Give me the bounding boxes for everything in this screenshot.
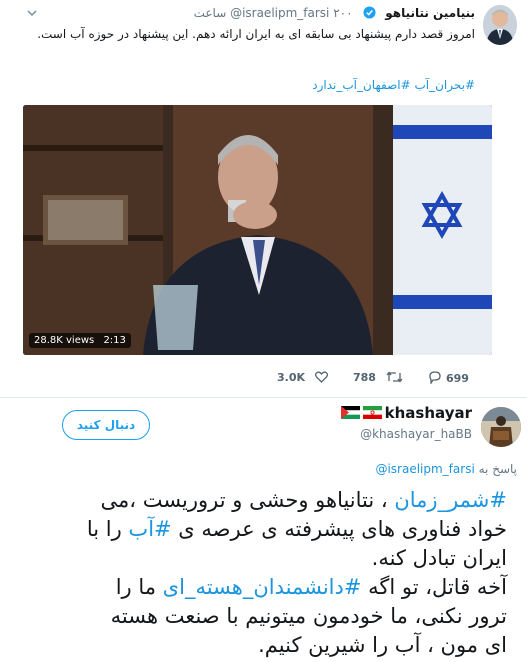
avatar[interactable]	[481, 407, 521, 447]
handle[interactable]: @israelipm_farsi	[230, 6, 329, 20]
display-name-text: khashayar	[384, 404, 472, 422]
video-views: 28.8K views	[34, 335, 95, 346]
video-duration: 2:13	[103, 335, 126, 346]
video-badge: 28.8K views 2:13	[29, 333, 131, 348]
line-text: را با	[86, 517, 129, 541]
reply-context: پاسخ به @israelipm_farsi	[375, 462, 517, 476]
reply-mention[interactable]: @israelipm_farsi	[375, 462, 474, 476]
display-name[interactable]: khashayar	[338, 404, 472, 422]
verified-icon	[363, 6, 376, 19]
display-name[interactable]: بنیامین نتانیاهو	[385, 6, 475, 20]
chevron-down-icon[interactable]	[27, 8, 37, 18]
tweet-line: آخه قاتل، تو اگه #دانشمندان_هسته_ای ما ر…	[17, 573, 507, 602]
palestine-flag-icon	[340, 406, 360, 419]
hashtag[interactable]: #دانشمندان_هسته_ای	[163, 575, 362, 599]
like-action[interactable]: 3.0K	[277, 371, 328, 384]
retweet-action[interactable]: 788	[353, 371, 403, 384]
tweet-text: امروز قصد دارم پیشنهاد بی سابقه ای به ای…	[37, 27, 475, 41]
iran-flag-icon	[362, 406, 382, 419]
tweet-line: خواد فناوری های پیشرفته ی عرصه ی #آب را …	[17, 515, 507, 544]
video-player[interactable]	[23, 105, 492, 355]
line-text: آخه قاتل، تو اگه	[361, 575, 507, 599]
tweet-line: ترور نکنی، ما خودمون میتونیم با صنعت هست…	[110, 604, 507, 628]
avatar[interactable]	[483, 5, 517, 45]
divider	[0, 397, 527, 398]
heart-icon	[314, 371, 328, 383]
tweet-body: #شمر_زمان ، نتانیاهو وحشی و تروریست ،می …	[17, 486, 507, 660]
line-text: خواد فناوری های پیشرفته ی عرصه ی	[171, 517, 507, 541]
tweet-line: ای مون ، آب را شیرین کنیم.	[258, 633, 507, 657]
line-text: ، نتانیاهو وحشی و تروریست ،می	[100, 488, 395, 512]
hashtag[interactable]: #آب	[128, 517, 171, 541]
hashtags[interactable]: #بحران_آب #اصفهان_آب_ندارد	[312, 78, 475, 92]
tweet-line: ایران تبادل کنه.	[371, 546, 507, 570]
handle[interactable]: @khashayar_haBB	[360, 427, 472, 441]
reply-count: 699	[446, 372, 469, 385]
follow-button[interactable]: دنبال کنید	[62, 410, 150, 440]
tweet-header: بنیامین نتانیاهو @israelipm_farsi ۲۰۰ سا…	[194, 6, 475, 20]
reply-prefix: پاسخ به	[478, 462, 517, 476]
retweet-count: 788	[353, 371, 376, 384]
retweet-icon	[386, 371, 403, 383]
hashtag[interactable]: #شمر_زمان	[394, 488, 507, 512]
tweet-line: #شمر_زمان ، نتانیاهو وحشی و تروریست ،می	[17, 486, 508, 515]
reply-action[interactable]: 699	[428, 371, 469, 386]
like-count: 3.0K	[277, 371, 306, 384]
reply-icon	[429, 371, 441, 386]
line-text: ما را	[115, 575, 163, 599]
